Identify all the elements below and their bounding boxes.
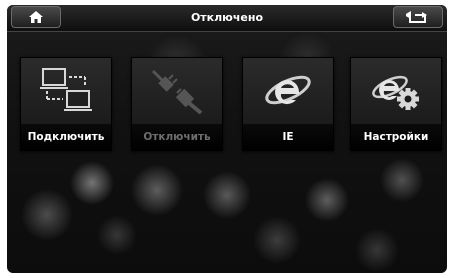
connect-label: Подключить [21,124,111,150]
back-arrow-icon [406,11,427,23]
screen: Отключено Подключить Отключить IE Настро… [7,5,447,273]
back-button[interactable] [393,6,443,28]
settings-tile[interactable]: Настройки [350,57,442,151]
settings-label: Настройки [351,124,441,150]
disconnect-label: Отключить [132,124,222,150]
internet-explorer-icon [265,75,311,105]
connect-tile[interactable]: Подключить [20,57,112,151]
page-title: Отключено [190,11,264,24]
top-bar: Отключено [7,5,447,32]
ie-settings-gear-icon [372,75,419,110]
ie-label: IE [243,124,333,150]
ie-tile[interactable]: IE [242,57,334,151]
disconnect-tile[interactable]: Отключить [131,57,223,151]
network-computers-icon [40,68,92,111]
unplugged-cable-icon [151,69,203,115]
